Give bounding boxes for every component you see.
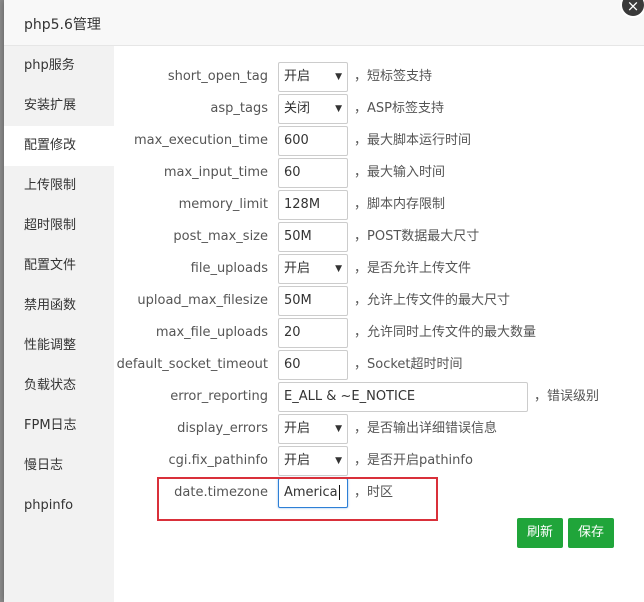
refresh-button[interactable]: 刷新 (517, 518, 564, 548)
sidebar-item-config-edit[interactable]: 配置修改 (4, 126, 114, 166)
sidebar-item-config-file[interactable]: 配置文件 (4, 246, 114, 286)
select-value: 开启 (284, 421, 311, 436)
chevron-down-icon: ▼ (335, 104, 342, 114)
config-label: post_max_size (173, 229, 268, 244)
max-execution-time-input[interactable]: 600 (278, 126, 348, 156)
post-max-size-input[interactable]: 50M (278, 222, 348, 252)
dialog-title: php5.6管理 (24, 17, 101, 33)
config-description: ，ASP标签支持 (354, 101, 444, 116)
sidebar-item-fpm-log[interactable]: FPM日志 (4, 406, 114, 446)
sidebar-item-install-extension[interactable]: 安装扩展 (4, 86, 114, 126)
sidebar-item-php-service[interactable]: php服务 (4, 46, 114, 86)
config-label: display_errors (177, 421, 268, 436)
sidebar-item-phpinfo[interactable]: phpinfo (4, 486, 114, 526)
default-socket-timeout-input[interactable]: 60 (278, 350, 348, 380)
chevron-down-icon: ▼ (335, 456, 342, 466)
sidebar-nav: php服务 安装扩展 配置修改 上传限制 超时限制 配置文件 禁用函数 性能调整… (4, 46, 114, 602)
chevron-down-icon: ▼ (335, 72, 342, 82)
sidebar-item-upload-limit[interactable]: 上传限制 (4, 166, 114, 206)
max-input-time-input[interactable]: 60 (278, 158, 348, 188)
config-label: asp_tags (210, 101, 268, 116)
config-label: max_execution_time (133, 133, 268, 148)
sidebar-item-disabled-functions[interactable]: 禁用函数 (4, 286, 114, 326)
config-label: memory_limit (178, 197, 268, 212)
chevron-down-icon: ▼ (335, 424, 342, 434)
dialog-header: php5.6管理 (4, 0, 644, 46)
save-button[interactable]: 保存 (568, 518, 615, 548)
config-description: ，是否输出详细错误信息 (354, 421, 498, 436)
sidebar-item-performance-tuning[interactable]: 性能调整 (4, 326, 114, 366)
config-description: ，脚本内存限制 (354, 197, 446, 212)
config-label: file_uploads (190, 261, 268, 276)
config-description: ，最大输入时间 (354, 165, 446, 180)
config-description: ，短标签支持 (354, 69, 433, 84)
config-description: ，允许同时上传文件的最大数量 (354, 325, 537, 340)
sidebar-item-timeout-limit[interactable]: 超时限制 (4, 206, 114, 246)
config-description: ，POST数据最大尺寸 (354, 229, 480, 244)
sidebar-item-slow-log[interactable]: 慢日志 (4, 446, 114, 486)
display-errors-select[interactable]: 开启 ▼ (278, 414, 348, 444)
chevron-down-icon: ▼ (335, 264, 342, 274)
select-value: 关闭 (284, 101, 311, 116)
memory-limit-input[interactable]: 128M (278, 190, 348, 220)
select-value: 开启 (284, 453, 311, 468)
sidebar-item-load-status[interactable]: 负载状态 (4, 366, 114, 406)
config-description: ，Socket超时时间 (354, 357, 463, 372)
select-value: 开启 (284, 69, 311, 84)
config-description: ，最大脚本运行时间 (354, 133, 472, 148)
error-reporting-input[interactable]: E_ALL & ~E_NOTICE (278, 382, 528, 412)
config-description: ，允许上传文件的最大尺寸 (354, 293, 511, 308)
config-label: upload_max_filesize (137, 293, 268, 308)
config-label: max_input_time (163, 165, 268, 180)
max-file-uploads-input[interactable]: 20 (278, 318, 348, 348)
config-description: ，错误级别 (534, 389, 600, 404)
file-uploads-select[interactable]: 开启 ▼ (278, 254, 348, 284)
highlight-box (157, 477, 438, 521)
select-value: 开启 (284, 261, 311, 276)
config-label: error_reporting (170, 389, 268, 404)
config-label: cgi.fix_pathinfo (168, 453, 268, 468)
config-description: ，是否开启pathinfo (354, 453, 473, 468)
php-manager-dialog: php5.6管理 php服务 安装扩展 配置修改 上传限制 超时限制 配置文件 … (4, 0, 644, 602)
config-description: ，是否允许上传文件 (354, 261, 472, 276)
config-label: default_socket_timeout (116, 357, 268, 372)
upload-max-filesize-input[interactable]: 50M (278, 286, 348, 316)
short-open-tag-select[interactable]: 开启 ▼ (278, 62, 348, 92)
cgi-fix-pathinfo-select[interactable]: 开启 ▼ (278, 446, 348, 476)
asp-tags-select[interactable]: 关闭 ▼ (278, 94, 348, 124)
config-label: max_file_uploads (155, 325, 268, 340)
config-label: short_open_tag (167, 69, 268, 84)
